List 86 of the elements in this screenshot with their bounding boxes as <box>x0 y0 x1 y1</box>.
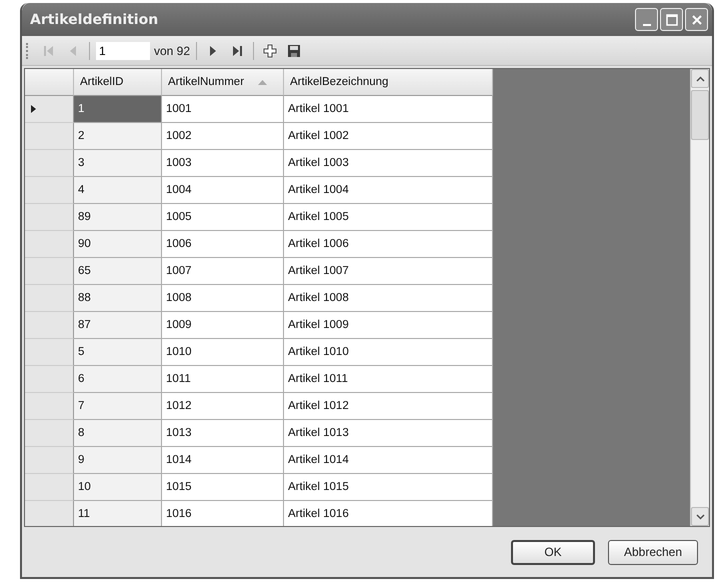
table-cell[interactable]: 1002 <box>162 123 284 150</box>
table-cell[interactable]: 87 <box>74 312 162 339</box>
table-cell[interactable]: 1014 <box>162 447 284 474</box>
chevron-up-icon <box>696 76 704 82</box>
table-cell[interactable]: 1011 <box>162 366 284 393</box>
row-header[interactable] <box>25 474 74 501</box>
plus-icon <box>262 42 278 58</box>
row-header[interactable] <box>25 177 74 204</box>
row-header[interactable] <box>25 420 74 447</box>
toolbar-grip[interactable] <box>26 42 31 58</box>
column-header[interactable]: ArtikelID <box>74 69 162 96</box>
table-cell[interactable]: 2 <box>74 123 162 150</box>
maximize-button[interactable] <box>660 8 683 31</box>
table-cell[interactable]: 3 <box>74 150 162 177</box>
scroll-thumb[interactable] <box>691 90 709 140</box>
table-cell[interactable]: 65 <box>74 258 162 285</box>
minimize-icon <box>642 24 650 26</box>
row-header[interactable] <box>25 150 74 177</box>
table-cell[interactable]: 1005 <box>162 204 284 231</box>
row-header[interactable] <box>25 231 74 258</box>
row-header[interactable] <box>25 96 74 123</box>
table-cell[interactable]: Artikel 1012 <box>284 393 493 420</box>
dialog-button[interactable]: Abbrechen <box>608 540 698 564</box>
table-cell[interactable]: 1004 <box>162 177 284 204</box>
maximize-icon <box>664 12 678 26</box>
table-cell[interactable]: 1007 <box>162 258 284 285</box>
column-header[interactable]: ArtikelNummer <box>162 69 284 96</box>
scroll-down-button[interactable] <box>691 507 709 526</box>
vertical-scrollbar[interactable] <box>690 69 709 526</box>
table-cell[interactable]: Artikel 1011 <box>284 366 493 393</box>
scroll-up-button[interactable] <box>691 69 709 88</box>
close-button[interactable] <box>685 8 708 31</box>
table-cell[interactable]: 1003 <box>162 150 284 177</box>
row-header[interactable] <box>25 366 74 393</box>
table-cell[interactable]: Artikel 1003 <box>284 150 493 177</box>
row-header[interactable] <box>25 339 74 366</box>
table-cell[interactable]: Artikel 1010 <box>284 339 493 366</box>
table-cell[interactable]: 1009 <box>162 312 284 339</box>
table-cell[interactable]: Artikel 1007 <box>284 258 493 285</box>
row-header[interactable] <box>25 123 74 150</box>
row-header[interactable] <box>25 447 74 474</box>
table-cell[interactable]: 4 <box>74 177 162 204</box>
table-cell[interactable]: 8 <box>74 420 162 447</box>
corner-header <box>25 69 74 96</box>
close-icon <box>690 12 704 26</box>
table-cell[interactable]: 1008 <box>162 285 284 312</box>
row-header[interactable] <box>25 393 74 420</box>
table-cell[interactable]: 6 <box>74 366 162 393</box>
table-cell[interactable]: 9 <box>74 447 162 474</box>
table-cell[interactable]: 1 <box>74 96 162 123</box>
row-header[interactable] <box>25 285 74 312</box>
table-cell[interactable]: Artikel 1006 <box>284 231 493 258</box>
table-cell[interactable]: Artikel 1009 <box>284 312 493 339</box>
chevron-down-icon <box>696 514 704 520</box>
table-cell[interactable]: 7 <box>74 393 162 420</box>
table-cell[interactable]: 1012 <box>162 393 284 420</box>
table-cell[interactable]: Artikel 1001 <box>284 96 493 123</box>
table-cell[interactable]: 1010 <box>162 339 284 366</box>
table-cell[interactable]: 5 <box>74 339 162 366</box>
row-header[interactable] <box>25 204 74 231</box>
table-cell[interactable]: Artikel 1013 <box>284 420 493 447</box>
row-header[interactable] <box>25 258 74 285</box>
table-cell[interactable]: Artikel 1005 <box>284 204 493 231</box>
table-cell[interactable]: 88 <box>74 285 162 312</box>
dialog-button[interactable]: OK <box>511 540 595 564</box>
row-header[interactable] <box>25 501 74 526</box>
window-title: Artikeldefinition <box>30 12 158 28</box>
table-cell[interactable]: 1013 <box>162 420 284 447</box>
table-cell[interactable]: 90 <box>74 231 162 258</box>
table-cell[interactable]: Artikel 1015 <box>284 474 493 501</box>
record-count: von 92 <box>154 44 190 58</box>
table-cell[interactable]: 1006 <box>162 231 284 258</box>
row-header[interactable] <box>25 312 74 339</box>
table-cell[interactable]: Artikel 1004 <box>284 177 493 204</box>
table-cell[interactable]: 1015 <box>162 474 284 501</box>
minimize-button[interactable] <box>635 8 658 31</box>
column-header[interactable]: ArtikelBezeichnung <box>284 69 493 96</box>
table-cell[interactable]: 11 <box>74 501 162 526</box>
table-cell[interactable]: 10 <box>74 474 162 501</box>
table-cell[interactable]: Artikel 1008 <box>284 285 493 312</box>
table-cell[interactable]: 1001 <box>162 96 284 123</box>
current-row-icon <box>31 105 36 113</box>
position-field[interactable]: 1 <box>96 42 150 60</box>
table-cell[interactable]: Artikel 1002 <box>284 123 493 150</box>
table-cell[interactable]: Artikel 1014 <box>284 447 493 474</box>
table-cell[interactable]: 89 <box>74 204 162 231</box>
